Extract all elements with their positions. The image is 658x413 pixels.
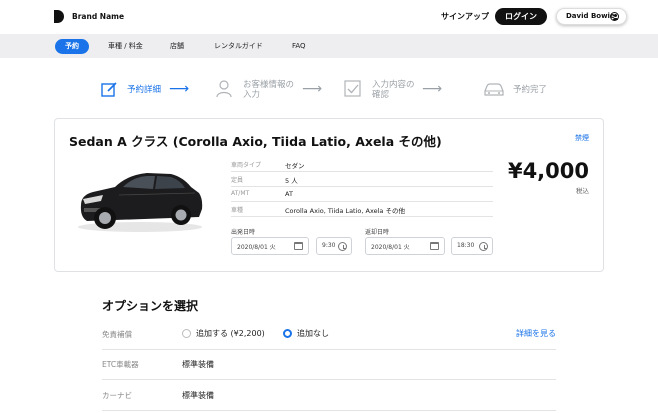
vehicle-image — [78, 173, 203, 232]
calendar-icon — [294, 242, 303, 250]
user-name: David Bowie — [566, 12, 615, 20]
return-date-field[interactable]: 2020/8/01 火 — [365, 237, 445, 255]
site-header: Brand Name サインアップ ログイン David Bowie — [0, 0, 658, 34]
step-label-line2: 確認 — [372, 90, 390, 100]
signup-link[interactable]: サインアップ — [441, 11, 489, 22]
user-menu-button[interactable]: David Bowie — [556, 8, 627, 25]
user-avatar-icon — [610, 12, 619, 21]
spec-value: 5 人 — [285, 177, 298, 185]
option-label: カーナビ — [102, 391, 132, 400]
step-arrow-icon: ⟶ — [422, 81, 443, 97]
option-label: ETC車載器 — [102, 360, 139, 369]
brand-logo-icon[interactable] — [54, 10, 64, 23]
option-label: 免責補償 — [102, 330, 132, 339]
return-label: 返却日時 — [365, 229, 390, 236]
nav-item-reservation[interactable]: 予約 — [55, 39, 89, 54]
insurance-add-label[interactable]: 追加する (¥2,200) — [196, 328, 265, 339]
vehicle-title: Sedan A クラス (Corolla Axio, Tiida Latio, … — [69, 134, 442, 149]
insurance-none-label[interactable]: 追加なし — [297, 328, 329, 339]
departure-label: 出発日時 — [231, 229, 256, 236]
car-icon — [484, 83, 504, 96]
calendar-icon — [430, 242, 439, 250]
option-value: 標準装備 — [182, 391, 214, 400]
return-time-field[interactable]: 18:30 — [451, 237, 493, 255]
price: ¥4,000 — [507, 159, 589, 183]
spec-row-models: 車種 Corolla Axio, Tiida Latio, Axela その他 — [231, 202, 493, 217]
non-smoking-link[interactable]: 禁煙 — [575, 133, 589, 143]
step-confirm: 入力内容の 確認 ⟶ — [344, 78, 444, 102]
spec-row-type: 車両タイプ セダン — [231, 157, 493, 172]
step-label-line1: 入力内容の — [372, 80, 415, 90]
step-arrow-icon: ⟶ — [302, 81, 323, 97]
option-row-insurance: 免責補償 追加する (¥2,200) 追加なし 詳細を見る — [102, 320, 556, 350]
departure-time-value: 9:30 — [322, 242, 336, 249]
option-row-etc: ETC車載器 標準装備 — [102, 350, 556, 380]
spec-value: Corolla Axio, Tiida Latio, Axela その他 — [285, 207, 405, 215]
step-customer-info: お客様情報の 入力 ⟶ — [216, 78, 326, 102]
spec-label: AT/MT — [231, 190, 250, 197]
option-value: 標準装備 — [182, 360, 214, 369]
brand-name[interactable]: Brand Name — [72, 12, 124, 21]
edit-icon — [101, 82, 117, 97]
return-time-value: 18:30 — [457, 242, 475, 249]
return-date-value: 2020/8/01 火 — [371, 244, 410, 251]
departure-date-field[interactable]: 2020/8/01 火 — [231, 237, 309, 255]
spec-value: AT — [285, 190, 293, 198]
insurance-none-radio[interactable] — [283, 329, 292, 338]
option-row-navi: カーナビ 標準装備 — [102, 381, 556, 411]
person-icon — [216, 80, 232, 98]
spec-label: 車種 — [231, 207, 244, 214]
step-arrow-icon: ⟶ — [169, 81, 190, 97]
nav-item-faq[interactable]: FAQ — [292, 34, 306, 58]
main-nav: 予約 車種 / 料金 店舗 レンタルガイド FAQ — [0, 34, 658, 58]
departure-time-field[interactable]: 9:30 — [316, 237, 352, 255]
clock-icon — [479, 242, 488, 251]
spec-label: 定員 — [231, 177, 244, 184]
step-reservation-details: 予約詳細 ⟶ — [101, 78, 193, 102]
nav-item-stores[interactable]: 店舗 — [170, 34, 184, 58]
details-link[interactable]: 詳細を見る — [516, 328, 556, 339]
checkbox-icon — [344, 80, 361, 97]
departure-date-value: 2020/8/01 火 — [237, 244, 276, 251]
tax-note: 税込 — [576, 187, 589, 195]
nav-item-rental-guide[interactable]: レンタルガイド — [214, 34, 263, 58]
step-label-line1: お客様情報の — [243, 80, 295, 90]
vehicle-card: Sedan A クラス (Corolla Axio, Tiida Latio, … — [54, 118, 604, 272]
clock-icon — [338, 242, 347, 251]
insurance-add-radio[interactable] — [182, 329, 191, 338]
step-complete: 予約完了 — [483, 78, 553, 102]
spec-row-transmission: AT/MT AT — [231, 187, 493, 202]
step-label: 予約詳細 — [127, 85, 162, 95]
spec-row-capacity: 定員 5 人 — [231, 172, 493, 187]
step-label-line2: 入力 — [243, 90, 261, 100]
step-label: 予約完了 — [513, 85, 548, 95]
nav-item-vehicles[interactable]: 車種 / 料金 — [108, 34, 143, 58]
login-button[interactable]: ログイン — [495, 8, 547, 25]
spec-label: 車両タイプ — [231, 162, 262, 169]
spec-value: セダン — [285, 162, 305, 170]
options-title: オプションを選択 — [102, 299, 199, 313]
